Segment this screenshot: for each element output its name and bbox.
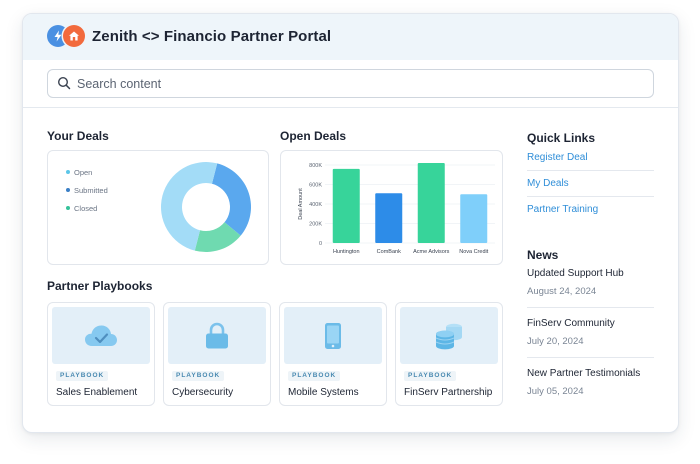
playbook-badge: PLAYBOOK	[288, 371, 341, 381]
news-title: News	[527, 248, 559, 262]
open-deals-panel: 0 200K 400K 600K 800K Deal Amount Huntington Co…	[280, 150, 503, 265]
legend-item-closed: Closed	[66, 199, 108, 217]
playbook-label: FinServ Partnership	[404, 387, 493, 398]
playbook-card-cybersecurity[interactable]: PLAYBOOK Cybersecurity	[163, 302, 271, 406]
news-item-date: July 05, 2024	[527, 386, 584, 397]
playbook-label: Mobile Systems	[288, 387, 359, 398]
divider	[527, 170, 654, 171]
legend-label-open: Open	[74, 167, 93, 177]
x-tick-label: Huntington	[333, 249, 360, 255]
open-deals-title: Open Deals	[280, 129, 347, 143]
your-deals-title: Your Deals	[47, 129, 109, 143]
playbook-label: Cybersecurity	[172, 387, 234, 398]
lock-icon	[206, 322, 228, 348]
legend-dot-open	[66, 170, 70, 174]
legend-dot-submitted	[66, 188, 70, 192]
playbook-thumbnail	[168, 307, 266, 364]
legend-label-submitted: Submitted	[74, 185, 108, 195]
phone-icon	[325, 322, 341, 349]
news-item-date: August 24, 2024	[527, 286, 597, 297]
legend-label-closed: Closed	[74, 203, 98, 213]
your-deals-panel: Open Submitted Closed	[47, 150, 269, 265]
quick-link-partner-training[interactable]: Partner Training	[527, 204, 598, 215]
divider	[527, 307, 654, 308]
playbook-card-finserv-partnership[interactable]: PLAYBOOK FinServ Partnership	[395, 302, 503, 406]
news-item-title[interactable]: New Partner Testimonials	[527, 368, 640, 379]
donut-legend: Open Submitted Closed	[66, 163, 108, 217]
open-deals-bar-chart: 0 200K 400K 600K 800K Deal Amount Huntington Co…	[298, 163, 495, 255]
playbook-thumbnail	[52, 307, 150, 364]
quick-link-register-deal[interactable]: Register Deal	[527, 152, 588, 163]
playbook-badge: PLAYBOOK	[56, 371, 109, 381]
playbook-badge: PLAYBOOK	[404, 371, 457, 381]
bar-huntington	[332, 168, 360, 243]
page-title: Zenith <> Financio Partner Portal	[92, 28, 332, 45]
news-item-date: July 20, 2024	[527, 336, 584, 347]
legend-dot-closed	[66, 206, 70, 210]
legend-item-open: Open	[66, 163, 108, 181]
y-tick-label: 400K	[309, 202, 322, 208]
playbooks-title: Partner Playbooks	[47, 279, 153, 293]
playbook-thumbnail	[284, 307, 382, 364]
news-item-title[interactable]: FinServ Community	[527, 318, 615, 329]
donut-slice-submitted	[211, 163, 251, 236]
search-icon	[57, 76, 71, 90]
quick-links-title: Quick Links	[527, 131, 596, 145]
y-tick-label: 200K	[309, 222, 322, 228]
search-box[interactable]	[47, 69, 654, 98]
portal-header: Zenith <> Financio Partner Portal	[23, 14, 678, 60]
bar-combank	[375, 193, 403, 243]
legend-item-submitted: Submitted	[66, 181, 108, 199]
financio-house-icon	[63, 25, 85, 47]
divider	[527, 196, 654, 197]
search-input[interactable]	[75, 70, 639, 97]
playbook-badge: PLAYBOOK	[172, 371, 225, 381]
playbook-thumbnail	[400, 307, 498, 364]
bar-nova-credit	[460, 194, 488, 243]
bar-acme-advisors	[417, 163, 445, 243]
playbook-label: Sales Enablement	[56, 387, 138, 398]
news-item-title[interactable]: Updated Support Hub	[527, 268, 624, 279]
x-tick-label: ComBank	[377, 249, 401, 255]
cloud-check-icon	[85, 325, 117, 346]
y-axis-label: Deal Amount	[298, 188, 304, 220]
playbook-card-sales-enablement[interactable]: PLAYBOOK Sales Enablement	[47, 302, 155, 406]
playbook-card-mobile-systems[interactable]: PLAYBOOK Mobile Systems	[279, 302, 387, 406]
y-tick-label: 600K	[309, 183, 322, 189]
quick-link-my-deals[interactable]: My Deals	[527, 178, 569, 189]
divider	[527, 357, 654, 358]
x-tick-label: Nova Credit	[459, 249, 489, 255]
partner-logos	[47, 25, 87, 49]
y-tick-label: 0	[319, 241, 322, 247]
y-tick-label: 800K	[309, 163, 322, 169]
search-bar-row	[23, 60, 678, 108]
deals-donut-chart	[161, 162, 251, 252]
x-tick-label: Acme Advisors	[413, 249, 450, 255]
portal-card: Zenith <> Financio Partner Portal Your D…	[22, 13, 679, 433]
coins-icon	[435, 323, 462, 349]
